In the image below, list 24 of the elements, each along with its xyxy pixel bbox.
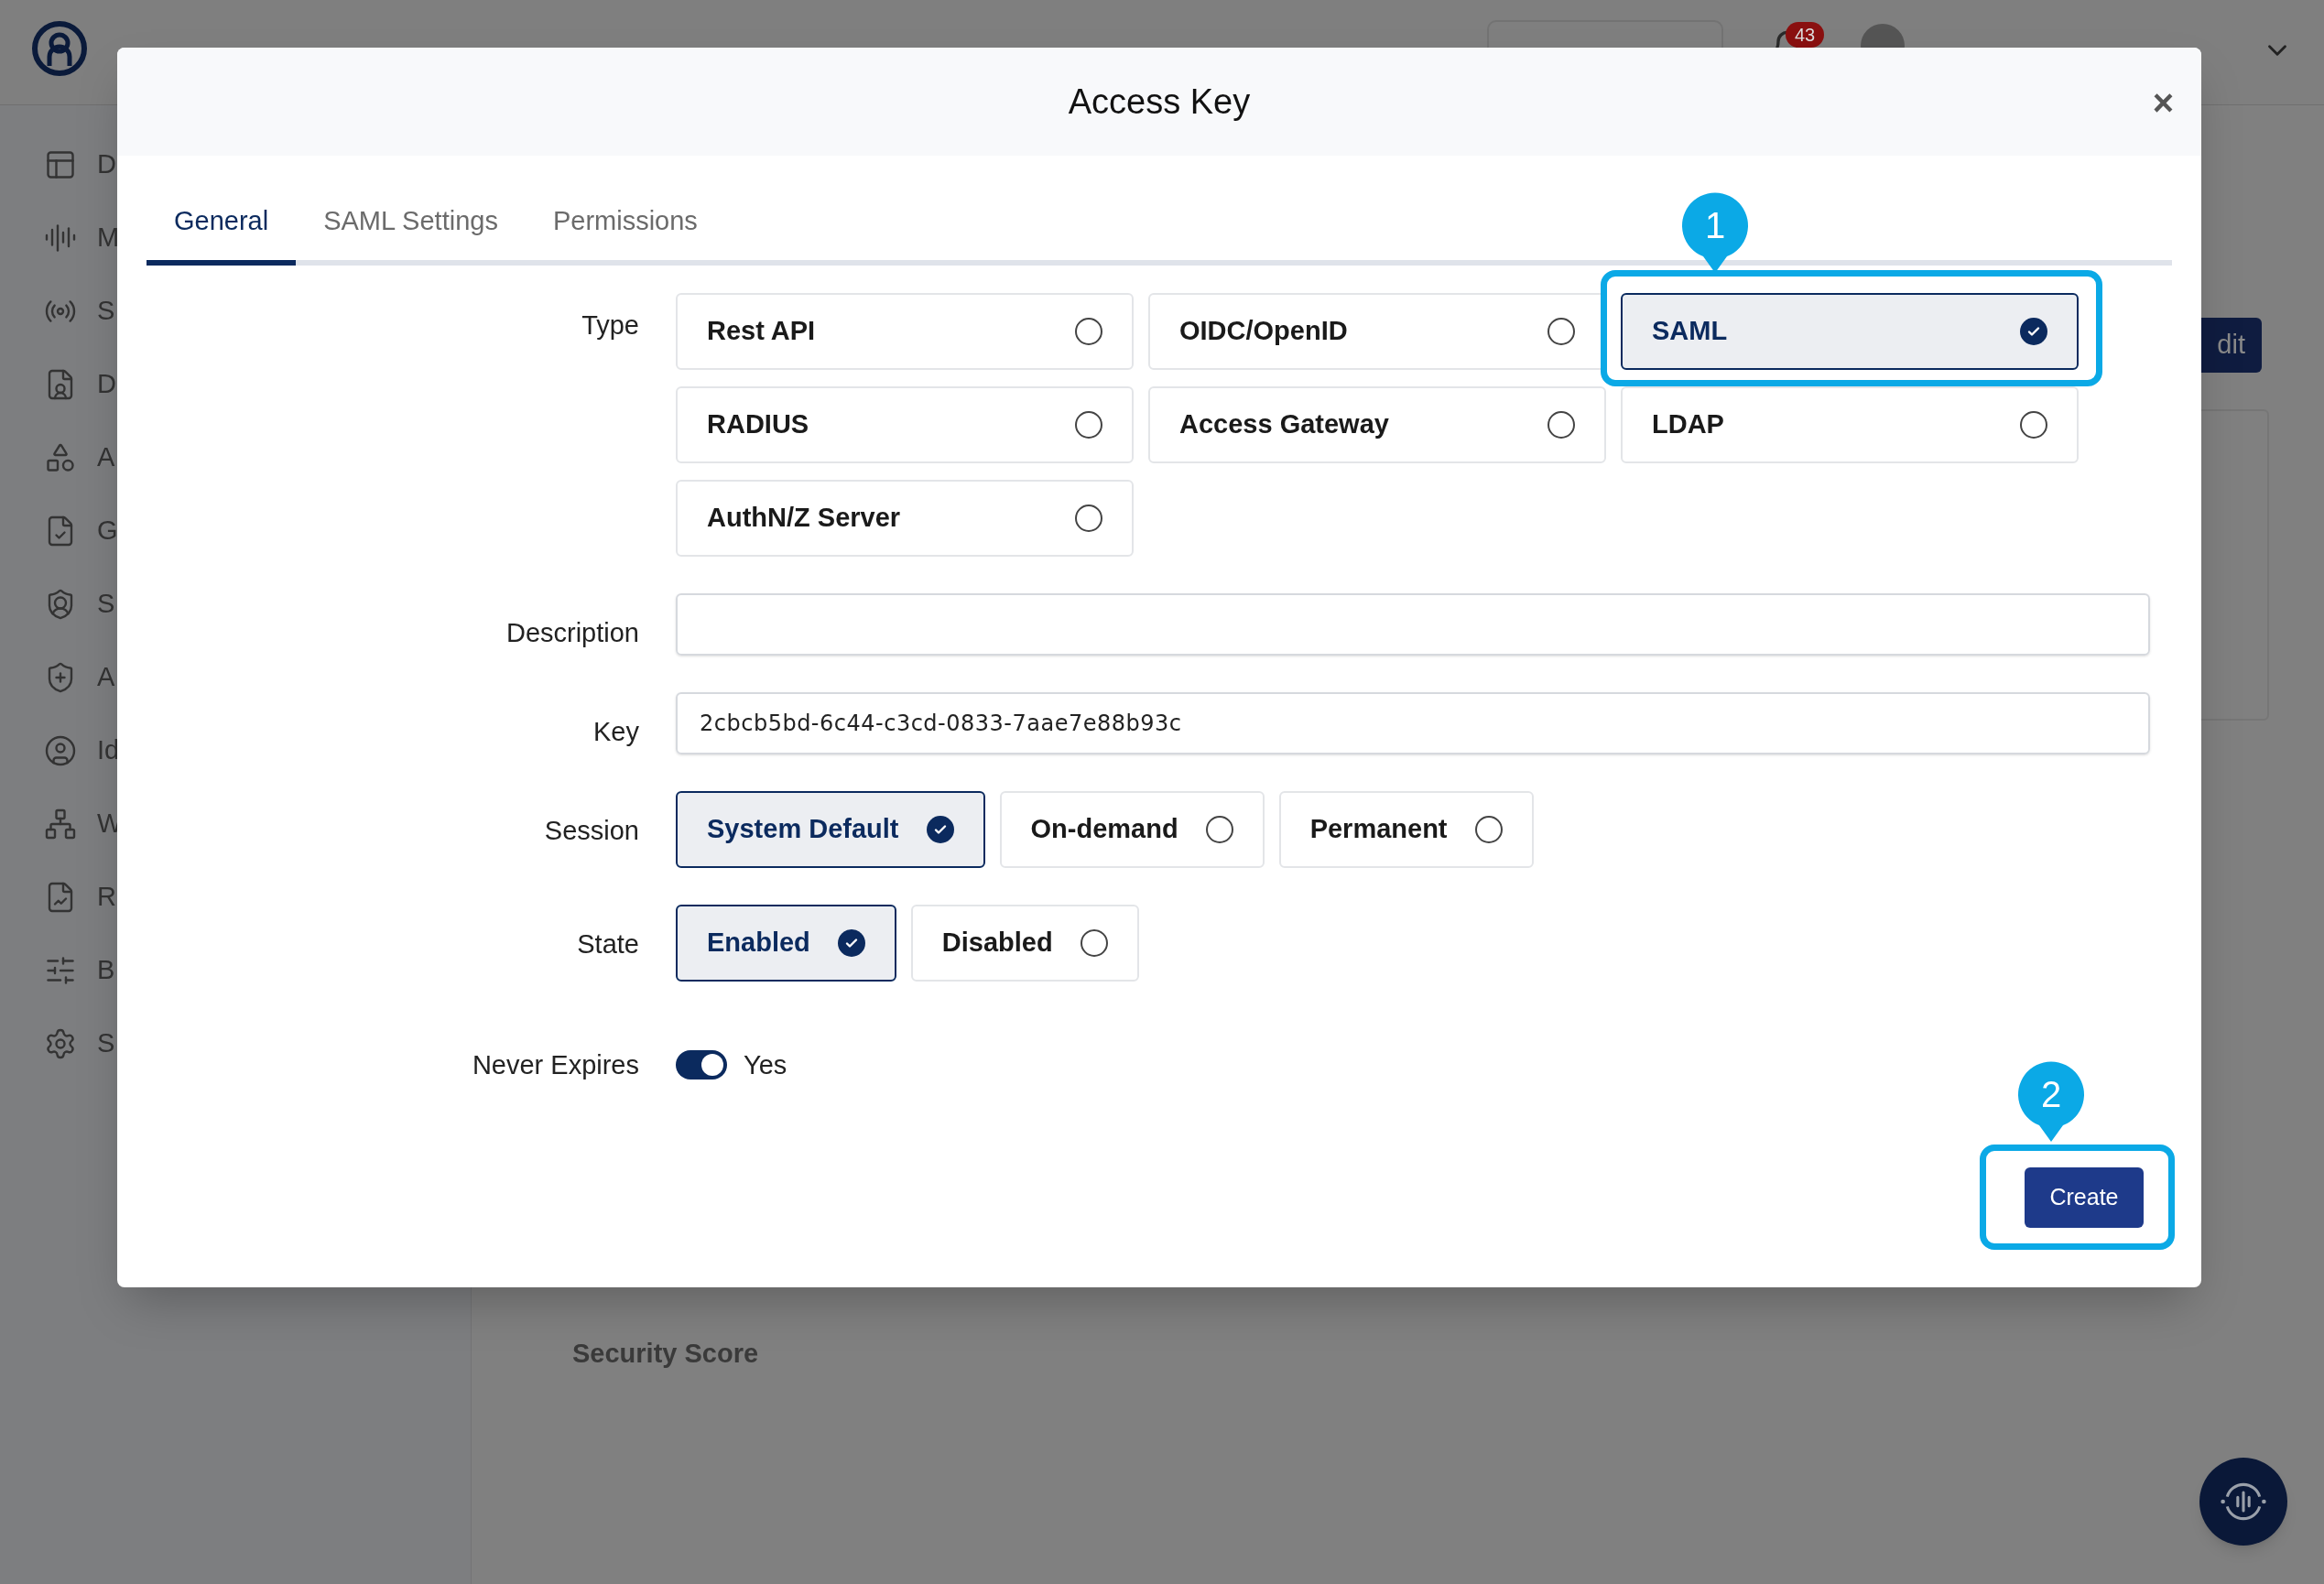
field-label: Session bbox=[544, 815, 639, 845]
field-label: State bbox=[577, 928, 639, 959]
option-label: RADIUS bbox=[707, 407, 809, 440]
field-label: Key bbox=[593, 716, 639, 746]
field-label: Never Expires bbox=[472, 1049, 639, 1080]
toggle-label: Yes bbox=[744, 1048, 787, 1081]
option-label: Disabled bbox=[941, 926, 1053, 959]
option-label: Permanent bbox=[1309, 812, 1448, 845]
option-label: Enabled bbox=[707, 926, 810, 959]
option-label: OIDC/OpenID bbox=[1179, 314, 1348, 347]
option-label: Access Gateway bbox=[1179, 407, 1389, 440]
field-label: Type bbox=[581, 309, 639, 340]
notification-count: 43 bbox=[1786, 22, 1825, 48]
option-label: Rest API bbox=[707, 314, 816, 347]
option-label: AuthN/Z Server bbox=[707, 501, 901, 534]
option-label: SAML bbox=[1652, 314, 1728, 347]
callout-number: 2 bbox=[2039, 1073, 2063, 1116]
callout-number: 1 bbox=[1703, 203, 1727, 247]
option-label: System Default bbox=[707, 812, 899, 845]
option-label: On-demand bbox=[1030, 812, 1178, 845]
dialog-title: Access Key bbox=[1068, 81, 1251, 123]
field-label: Description bbox=[505, 617, 639, 647]
option-label: LDAP bbox=[1652, 407, 1724, 440]
section-title: Security Score bbox=[572, 1338, 759, 1370]
